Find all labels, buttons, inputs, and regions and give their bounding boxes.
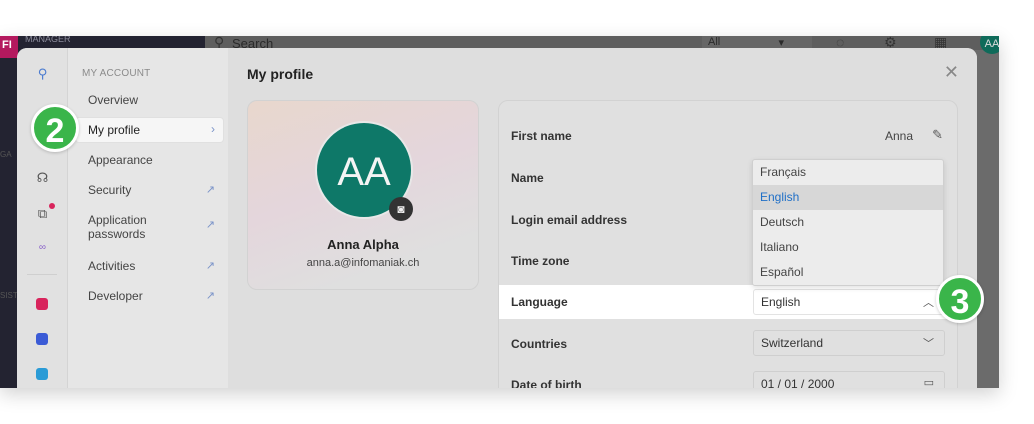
nav-item-application-passwords[interactable]: Application passwords ↗ <box>76 208 223 244</box>
dob-value: 01 / 01 / 2000 <box>761 377 835 388</box>
scope-select[interactable]: All ▾ <box>702 36 812 49</box>
rail-label-sist: SIST <box>0 291 18 300</box>
camera-icon[interactable]: ◙ <box>389 197 413 221</box>
countries-select[interactable]: Switzerland ﹀ <box>753 330 945 356</box>
notification-dot <box>49 203 55 209</box>
language-row: Language English ︿ <box>499 285 957 319</box>
language-select-value: English <box>761 295 801 309</box>
chevron-down-icon: ﹀ <box>923 338 934 350</box>
nav-section-title: MY ACCOUNT <box>82 68 151 79</box>
app-rail: ⚲ ☊ ⧉ ∞ <box>17 48 68 388</box>
manager-label: MANAGER <box>25 36 71 44</box>
name-label: Name <box>511 171 544 185</box>
nav-item-label: Application passwords <box>88 213 147 241</box>
language-option-deutsch[interactable]: Deutsch <box>753 210 943 235</box>
account-nav: MY ACCOUNT Overview My profile › Appearan… <box>68 48 228 388</box>
nav-item-developer[interactable]: Developer ↗ <box>76 284 223 308</box>
external-link-icon: ↗ <box>205 290 215 302</box>
first-name-value: Anna <box>884 129 913 143</box>
app-logo: FI <box>0 36 18 58</box>
nav-item-my-profile[interactable]: My profile › <box>76 118 223 142</box>
nav-item-label: Activities <box>88 259 136 273</box>
headset-icon[interactable]: ☊ <box>17 170 68 186</box>
external-link-icon: ↗ <box>205 184 215 196</box>
login-email-label: Login email address <box>511 213 628 227</box>
app-window: FI MANAGER ⚲ Search All ▾ ◌ ⚙ ▦ AA GA SIS… <box>0 36 999 388</box>
calendar-icon[interactable]: ▭ <box>924 376 934 388</box>
scope-select-value: All <box>708 36 721 48</box>
nav-item-label: Appearance <box>88 153 153 167</box>
user-avatar[interactable]: AA <box>980 36 999 54</box>
profile-name: Anna Alpha <box>327 237 399 252</box>
pencil-icon[interactable]: ✎ <box>932 127 943 143</box>
my-account-modal: ⚲ ☊ ⧉ ∞ MY ACCOUNT Overview My profile › … <box>17 48 977 388</box>
search-icon[interactable]: ⚲ <box>17 66 68 82</box>
close-icon[interactable]: ✕ <box>944 62 959 83</box>
chevron-right-icon: › <box>211 122 215 136</box>
nav-item-label: Developer <box>88 289 143 303</box>
language-label: Language <box>511 295 568 309</box>
profile-card: AA ◙ Anna Alpha anna.a@infomaniak.ch <box>247 100 479 290</box>
language-select[interactable]: English ︿ <box>753 289 945 315</box>
language-option-espanol[interactable]: Español <box>753 260 943 285</box>
countries-select-value: Switzerland <box>761 336 824 350</box>
dob-label: Date of birth <box>511 378 582 388</box>
chevron-up-icon: ︿ <box>923 297 934 309</box>
notification-app-icon[interactable]: ⧉ <box>17 206 68 222</box>
rail-divider <box>27 274 57 275</box>
countries-label: Countries <box>511 337 568 351</box>
step-2-callout: 2 <box>31 104 79 152</box>
language-option-english[interactable]: English <box>753 185 943 210</box>
first-name-label: First name <box>511 129 572 143</box>
rail-label-ga: GA <box>0 150 12 159</box>
nav-item-label: Overview <box>88 93 139 107</box>
profile-email: anna.a@infomaniak.ch <box>306 257 420 269</box>
external-link-icon: ↗ <box>205 219 215 231</box>
page-title: My profile <box>247 66 314 82</box>
timezone-label: Time zone <box>511 254 570 268</box>
external-link-icon: ↗ <box>205 260 215 272</box>
app-tile-red[interactable] <box>36 298 48 310</box>
nav-item-security[interactable]: Security ↗ <box>76 178 223 202</box>
nav-item-overview[interactable]: Overview <box>76 88 223 112</box>
app-tile-lightblue[interactable] <box>36 368 48 380</box>
brand-app-icon[interactable]: ∞ <box>17 242 68 253</box>
language-dropdown: Français English Deutsch Italiano Españo… <box>752 159 944 286</box>
language-option-italiano[interactable]: Italiano <box>753 235 943 260</box>
app-tile-blue[interactable] <box>36 333 48 345</box>
step-3-callout: 3 <box>936 275 984 323</box>
nav-item-label: Security <box>88 183 132 197</box>
nav-item-label: My profile <box>88 123 141 137</box>
nav-item-activities[interactable]: Activities ↗ <box>76 254 223 278</box>
nav-item-appearance[interactable]: Appearance <box>76 148 223 172</box>
dob-input[interactable]: 01 / 01 / 2000 ▭ <box>753 371 945 388</box>
language-option-francais[interactable]: Français <box>753 160 943 185</box>
